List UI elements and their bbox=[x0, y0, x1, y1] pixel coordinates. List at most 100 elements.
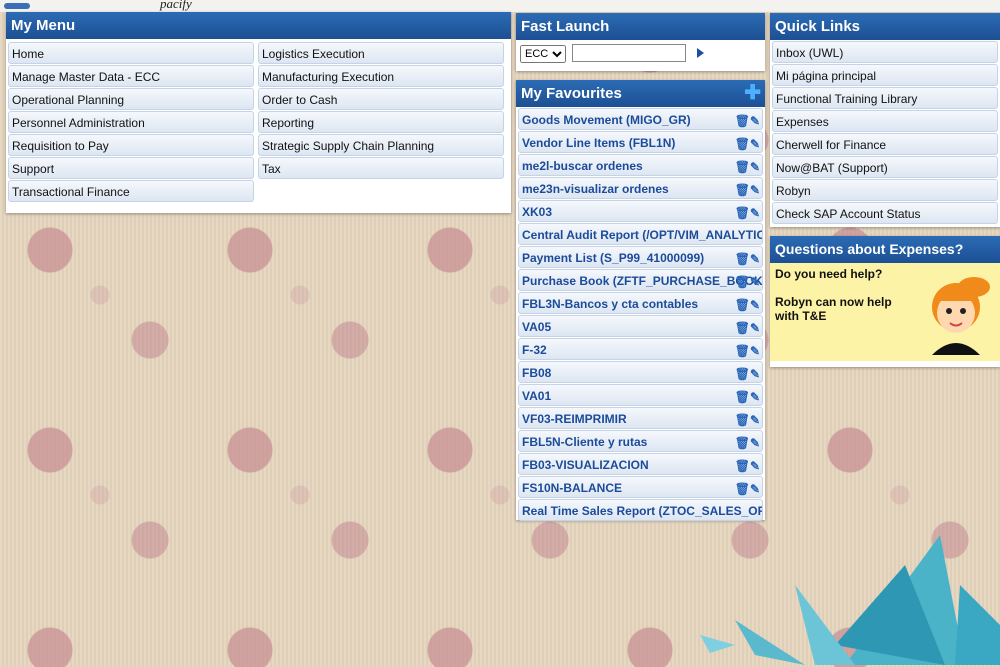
delete-edit-icon[interactable]: 🗑✎ bbox=[735, 455, 760, 474]
quick-link-item-label: Mi página principal bbox=[776, 69, 877, 83]
delete-edit-icon[interactable]: 🗑✎ bbox=[735, 110, 760, 129]
menu-item[interactable]: Logistics Execution bbox=[258, 42, 504, 64]
quick-links-panel: Quick Links Inbox (UWL) Mi página princip… bbox=[770, 13, 1000, 227]
favourite-item[interactable]: VF03-REIMPRIMIR 🗑✎ bbox=[518, 407, 763, 429]
menu-item[interactable]: Tax bbox=[258, 157, 504, 179]
delete-edit-icon[interactable]: 🗑✎ bbox=[735, 133, 760, 152]
quick-link-item-label: Expenses bbox=[776, 115, 829, 129]
delete-edit-icon[interactable]: 🗑✎ bbox=[735, 340, 760, 359]
menu-item[interactable]: Transactional Finance bbox=[8, 180, 254, 202]
delete-edit-icon[interactable]: 🗑✎ bbox=[735, 179, 760, 198]
add-favourite-icon[interactable]: ✚ bbox=[744, 80, 761, 107]
quick-link-item-label: Check SAP Account Status bbox=[776, 207, 921, 221]
favourite-item[interactable]: VA05 🗑✎ bbox=[518, 315, 763, 337]
favourite-item-label: FS10N-BALANCE bbox=[522, 481, 623, 495]
favourite-item[interactable]: FB08 🗑✎ bbox=[518, 361, 763, 383]
quick-link-item-label: Inbox (UWL) bbox=[776, 46, 844, 60]
favourite-item-label: me23n-visualizar ordenes bbox=[522, 182, 669, 196]
menu-item-label: Requisition to Pay bbox=[12, 139, 109, 153]
menu-item[interactable]: Strategic Supply Chain Planning bbox=[258, 134, 504, 156]
menu-item[interactable]: Personnel Administration bbox=[8, 111, 254, 133]
delete-edit-icon[interactable]: 🗑✎ bbox=[735, 363, 760, 382]
quick-link-item-label: Cherwell for Finance bbox=[776, 138, 887, 152]
delete-edit-icon[interactable]: 🗑✎ bbox=[735, 317, 760, 336]
favourite-item[interactable]: Purchase Book (ZFTF_PURCHASE_BOOK) 🗑✎ bbox=[518, 269, 763, 291]
menu-item-label: Home bbox=[12, 47, 45, 61]
menu-item[interactable]: Manufacturing Execution bbox=[258, 65, 504, 87]
expenses-body[interactable]: Do you need help? Robyn can now help wit… bbox=[770, 263, 1000, 361]
quick-link-item[interactable]: Robyn bbox=[772, 179, 998, 201]
menu-item[interactable]: Home bbox=[8, 42, 254, 64]
menu-item-label: Operational Planning bbox=[12, 93, 125, 107]
favourite-item-label: VF03-REIMPRIMIR bbox=[522, 412, 627, 426]
delete-edit-icon[interactable]: 🗑✎ bbox=[735, 432, 760, 451]
favourite-item[interactable]: VA01 🗑✎ bbox=[518, 384, 763, 406]
decorative-shapes bbox=[700, 535, 1000, 665]
favourite-item-label: Vendor Line Items (FBL1N) bbox=[522, 136, 676, 150]
fast-launch-panel: Fast Launch ECC bbox=[516, 13, 765, 71]
launch-arrow-icon[interactable] bbox=[696, 48, 704, 58]
menu-item-label: Logistics Execution bbox=[262, 47, 365, 61]
quick-link-item[interactable]: Now@BAT (Support) bbox=[772, 156, 998, 178]
menu-item-label: Tax bbox=[262, 162, 281, 176]
favourite-item-label: me2l-buscar ordenes bbox=[522, 159, 643, 173]
quick-links-header: Quick Links bbox=[770, 13, 1000, 40]
favourite-item[interactable]: me2l-buscar ordenes 🗑✎ bbox=[518, 154, 763, 176]
quick-link-item[interactable]: Functional Training Library bbox=[772, 87, 998, 109]
delete-edit-icon[interactable]: 🗑✎ bbox=[735, 409, 760, 428]
transaction-input[interactable] bbox=[572, 44, 687, 62]
favourite-item[interactable]: Central Audit Report (/OPT/VIM_ANALYTIC bbox=[518, 223, 763, 245]
delete-edit-icon[interactable]: 🗑✎ bbox=[735, 271, 760, 290]
menu-item-label: Manufacturing Execution bbox=[262, 70, 395, 84]
quick-link-item[interactable]: Expenses bbox=[772, 110, 998, 132]
delete-edit-icon[interactable]: 🗑✎ bbox=[735, 478, 760, 497]
favourite-item-label: VA01 bbox=[522, 389, 552, 403]
favourite-item[interactable]: XK03 🗑✎ bbox=[518, 200, 763, 222]
expenses-header: Questions about Expenses? bbox=[770, 236, 1000, 263]
favourite-item[interactable]: FBL5N-Cliente y rutas 🗑✎ bbox=[518, 430, 763, 452]
delete-edit-icon[interactable]: 🗑✎ bbox=[735, 156, 760, 175]
favourite-item[interactable]: Payment List (S_P99_41000099) 🗑✎ bbox=[518, 246, 763, 268]
menu-item-label: Reporting bbox=[262, 116, 315, 130]
favourite-item[interactable]: FBL3N-Bancos y cta contables 🗑✎ bbox=[518, 292, 763, 314]
system-select[interactable]: ECC bbox=[520, 45, 566, 64]
favourite-item[interactable]: F-32 🗑✎ bbox=[518, 338, 763, 360]
favourites-panel: My Favourites ✚ Goods Movement (MIGO_GR)… bbox=[516, 80, 765, 521]
menu-item[interactable]: Support bbox=[8, 157, 254, 179]
menu-item-label: Manage Master Data - ECC bbox=[12, 70, 161, 84]
quick-link-item[interactable]: Mi página principal bbox=[772, 64, 998, 86]
favourite-item[interactable]: Goods Movement (MIGO_GR) 🗑✎ bbox=[518, 108, 763, 130]
quick-link-item[interactable]: Inbox (UWL) bbox=[772, 41, 998, 63]
menu-item[interactable]: Requisition to Pay bbox=[8, 134, 254, 156]
quick-link-item-label: Now@BAT (Support) bbox=[776, 161, 888, 175]
favourite-item[interactable]: FS10N-BALANCE 🗑✎ bbox=[518, 476, 763, 498]
favourite-item-label: VA05 bbox=[522, 320, 552, 334]
menu-item[interactable]: Order to Cash bbox=[258, 88, 504, 110]
favourite-item-label: FB03-VISUALIZACION bbox=[522, 458, 649, 472]
favourite-item-label: Central Audit Report (/OPT/VIM_ANALYTIC bbox=[522, 228, 763, 242]
favourite-item[interactable]: Real Time Sales Report (ZTOC_SALES_ORDE bbox=[518, 499, 763, 521]
favourite-item-label: XK03 bbox=[522, 205, 553, 219]
favourite-item[interactable]: me23n-visualizar ordenes 🗑✎ bbox=[518, 177, 763, 199]
favourite-item-label: FB08 bbox=[522, 366, 552, 380]
menu-item[interactable]: Manage Master Data - ECC bbox=[8, 65, 254, 87]
favourite-item[interactable]: Vendor Line Items (FBL1N) 🗑✎ bbox=[518, 131, 763, 153]
quick-link-item[interactable]: Cherwell for Finance bbox=[772, 133, 998, 155]
my-menu-left-column: Home Manage Master Data - ECC Operational … bbox=[6, 41, 256, 203]
menu-item-label: Order to Cash bbox=[262, 93, 338, 107]
favourite-item-label: F-32 bbox=[522, 343, 547, 357]
delete-edit-icon[interactable]: 🗑✎ bbox=[735, 386, 760, 405]
favourite-item[interactable]: FB03-VISUALIZACION 🗑✎ bbox=[518, 453, 763, 475]
menu-item-label: Strategic Supply Chain Planning bbox=[262, 139, 435, 153]
delete-edit-icon[interactable]: 🗑✎ bbox=[735, 294, 760, 313]
menu-item[interactable]: Operational Planning bbox=[8, 88, 254, 110]
fast-launch-header: Fast Launch bbox=[516, 13, 765, 40]
top-strip: pacify bbox=[0, 0, 1000, 12]
delete-edit-icon[interactable]: 🗑✎ bbox=[735, 202, 760, 221]
delete-edit-icon[interactable]: 🗑✎ bbox=[735, 248, 760, 267]
quick-link-item[interactable]: Check SAP Account Status bbox=[772, 202, 998, 224]
top-strip-text: pacify bbox=[160, 0, 192, 11]
menu-item[interactable]: Reporting bbox=[258, 111, 504, 133]
favourites-list: Goods Movement (MIGO_GR) 🗑✎ Vendor Line It… bbox=[516, 108, 765, 521]
favourite-item-label: FBL3N-Bancos y cta contables bbox=[522, 297, 699, 311]
